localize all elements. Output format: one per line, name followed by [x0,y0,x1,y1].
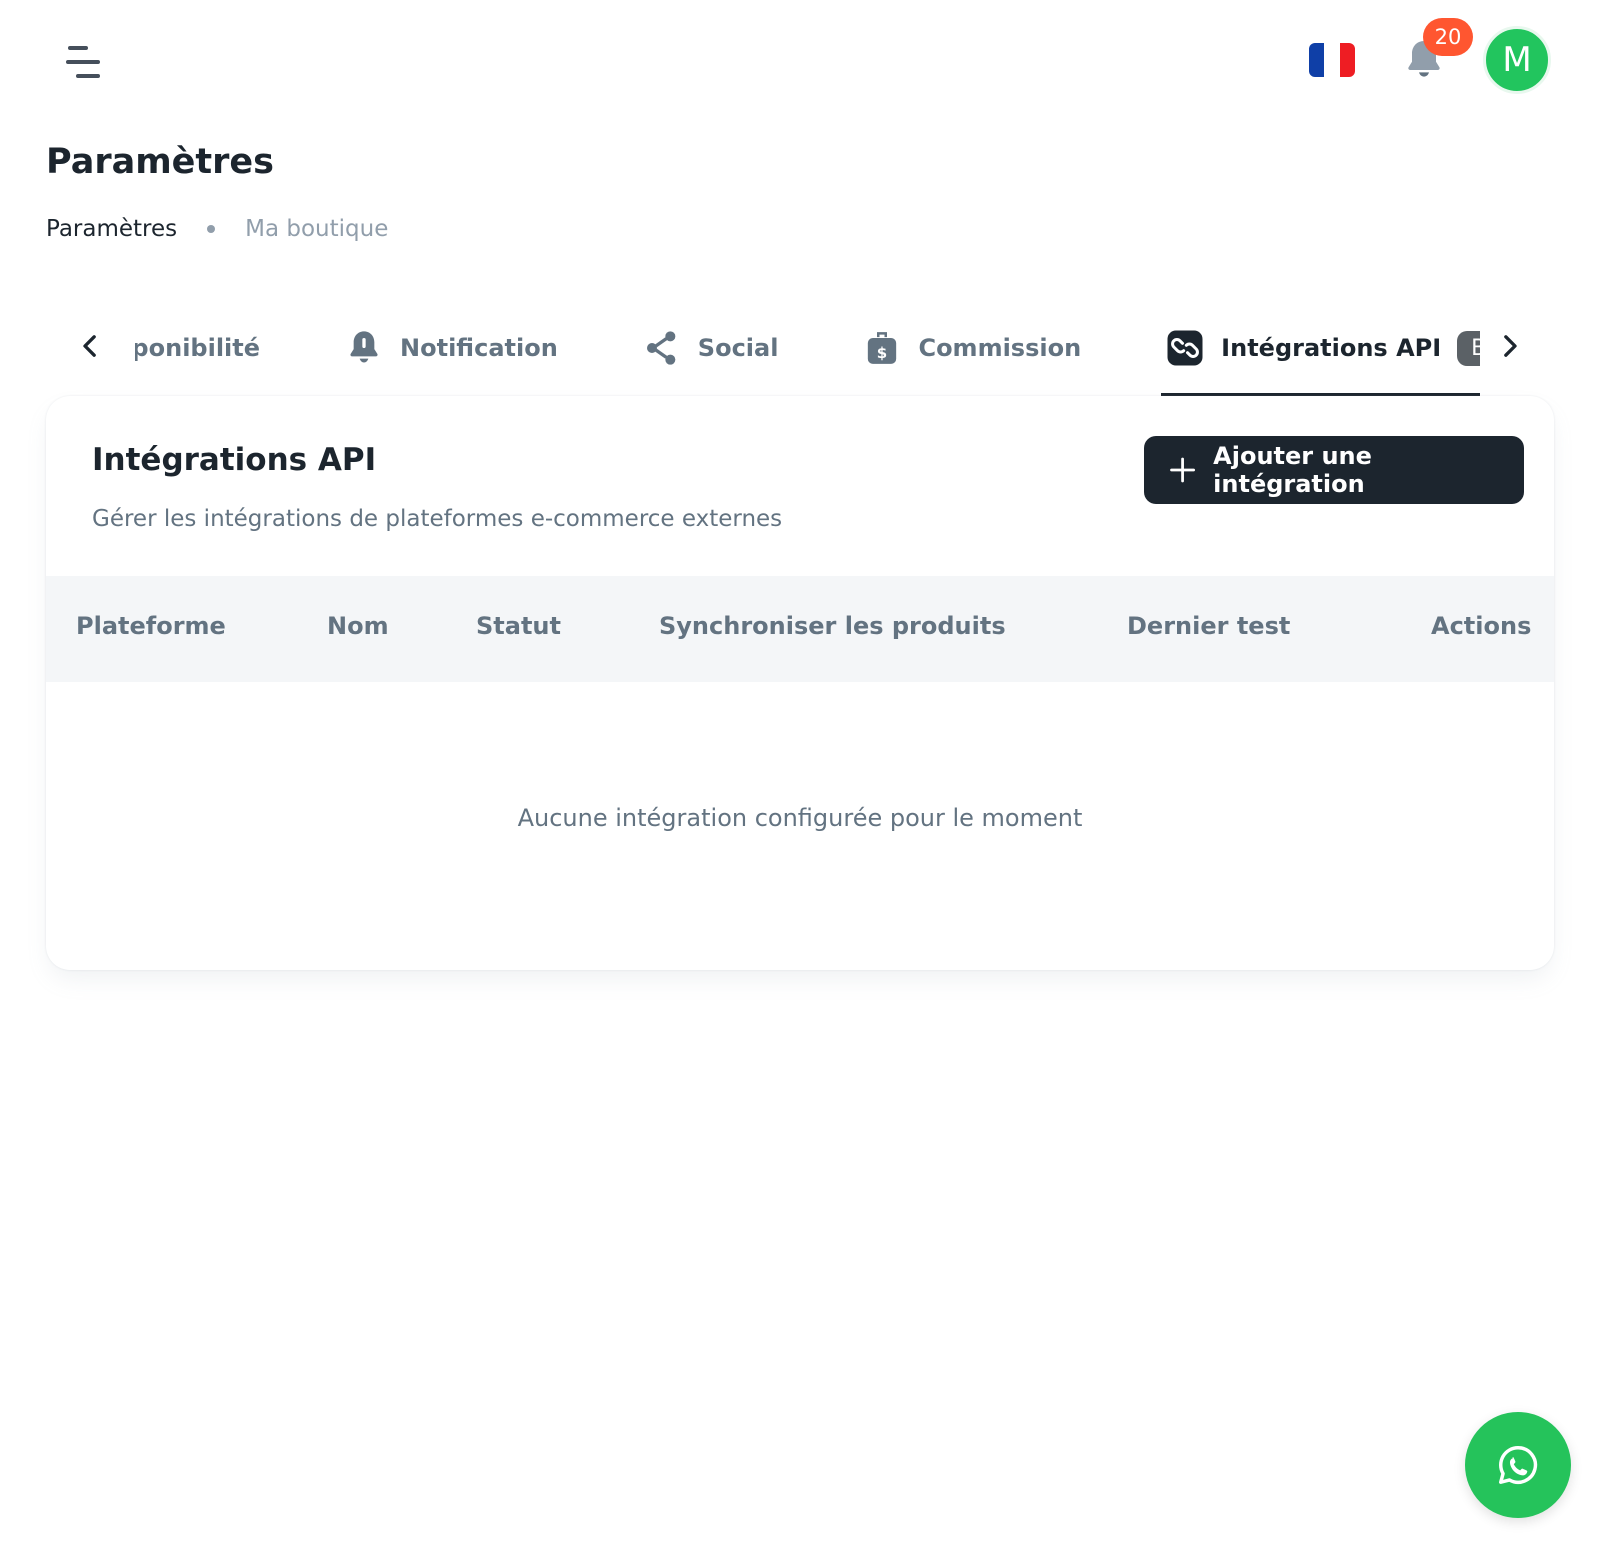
money-bag-icon: $ [862,328,902,368]
breadcrumb-separator [207,225,216,233]
tabs-scroll-left-icon[interactable] [70,326,110,366]
tab-availability[interactable]: Disponibilité [135,312,264,384]
whatsapp-icon [1499,1446,1538,1484]
page-title: Paramètres [46,142,274,182]
tab-notification[interactable]: Notification [340,312,562,384]
empty-state-message: Aucune intégration configurée pour le mo… [517,804,1083,832]
tab-api-integrations[interactable]: Intégrations API Beta [1161,312,1480,396]
column-header-name[interactable]: Nom [327,612,389,640]
card-title: Intégrations API [92,442,377,478]
breadcrumb-current: Ma boutique [245,216,389,242]
language-flag-fr[interactable] [1309,43,1355,77]
link-icon [1165,328,1205,368]
tab-label: Notification [400,334,558,362]
add-integration-label: Ajouter une intégration [1213,442,1372,498]
integrations-card: Intégrations API Gérer les intégrations … [46,396,1554,970]
column-header-actions: Actions [1431,612,1532,640]
beta-badge: Beta [1457,330,1480,366]
table-header: Plateforme Nom Statut Synchroniser les p… [46,576,1554,682]
tab-commission[interactable]: $ Commission [858,312,1085,384]
top-bar: 20 M [0,0,1600,120]
add-integration-button[interactable]: Ajouter une intégration [1144,436,1524,504]
tab-label: Disponibilité [135,334,261,362]
svg-text:$: $ [877,344,887,362]
column-header-status[interactable]: Statut [476,612,561,640]
card-subtitle: Gérer les intégrations de plateformes e-… [92,506,783,532]
plus-icon [1170,457,1196,483]
breadcrumb-root[interactable]: Paramètres [46,216,177,242]
tab-label: Intégrations API [1221,334,1442,362]
menu-toggle-button[interactable] [58,38,106,86]
column-header-platform[interactable]: Plateforme [76,612,226,640]
bell-icon [344,328,384,368]
column-header-sync-products[interactable]: Synchroniser les produits [659,612,1006,640]
user-avatar[interactable]: M [1483,26,1551,94]
settings-tabs: Disponibilité Notification [70,312,1530,396]
tab-label: Social [697,334,779,362]
notification-count-badge: 20 [1423,18,1473,56]
tab-social[interactable]: Social [638,312,783,384]
column-header-last-test[interactable]: Dernier test [1127,612,1290,640]
share-icon [642,328,682,368]
breadcrumb: Paramètres Ma boutique [46,216,388,242]
tabs-viewport: Disponibilité Notification [135,312,1480,396]
whatsapp-chat-button[interactable] [1465,1412,1571,1518]
tabs-scroll-right-icon[interactable] [1490,326,1530,366]
tab-label: Commission [918,334,1082,362]
